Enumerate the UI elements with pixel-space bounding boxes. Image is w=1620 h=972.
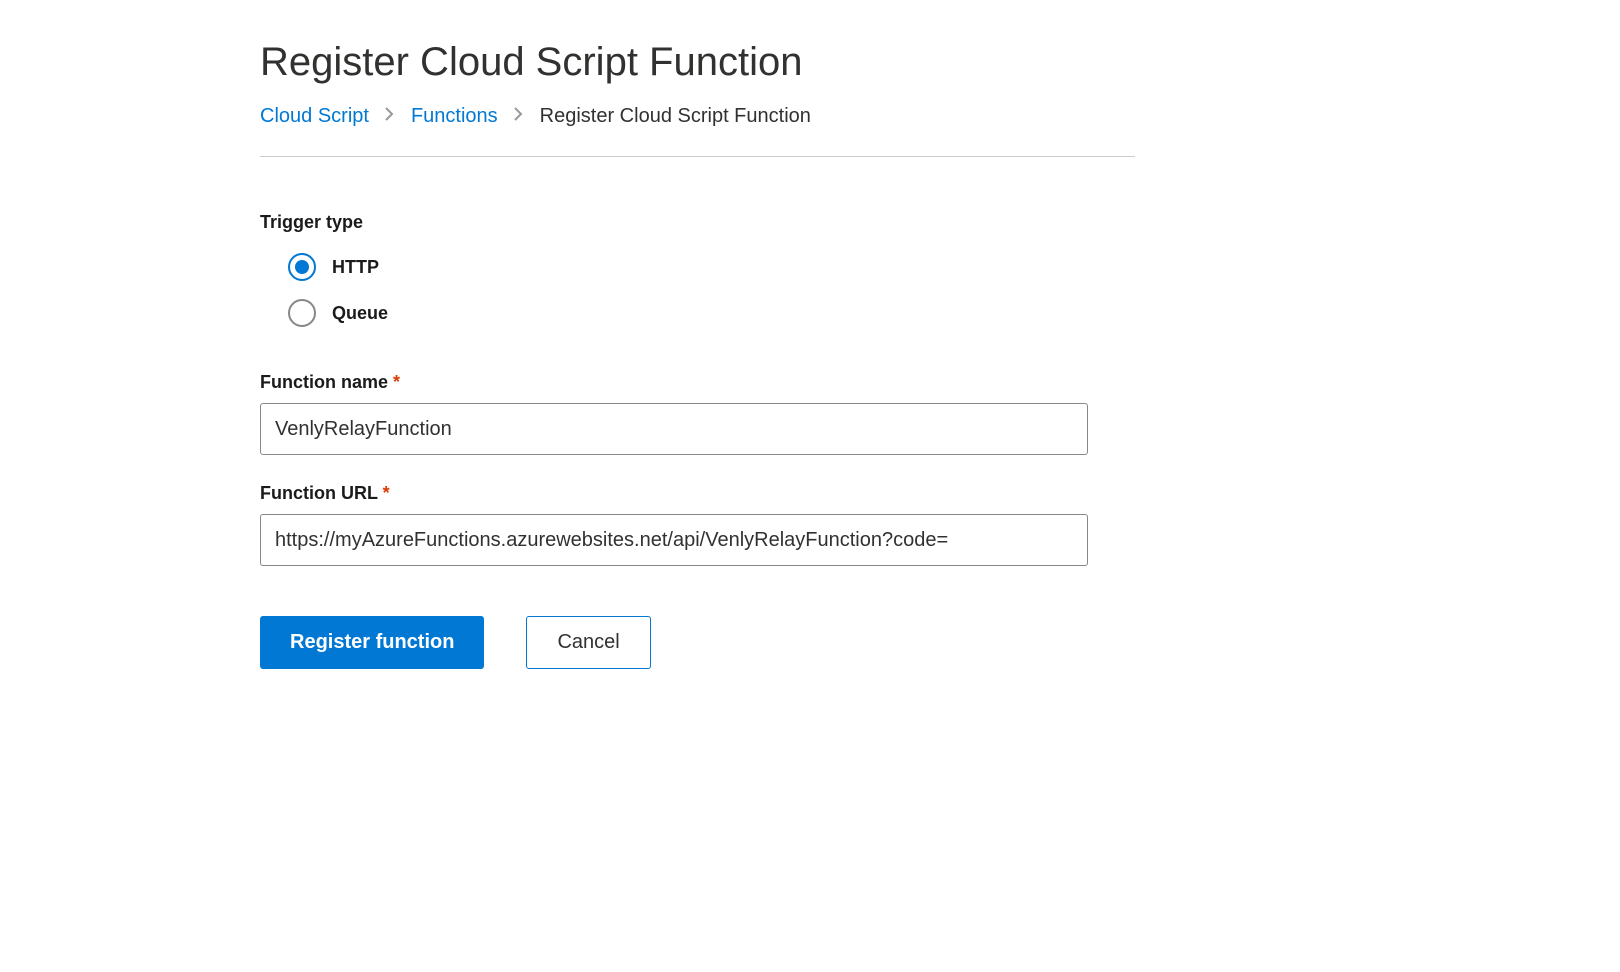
required-asterisk-icon: * bbox=[383, 483, 390, 503]
radio-option-queue[interactable]: Queue bbox=[288, 299, 1620, 327]
breadcrumb: Cloud Script Functions Register Cloud Sc… bbox=[260, 105, 1620, 128]
function-name-input[interactable] bbox=[260, 403, 1088, 455]
trigger-type-radio-group: HTTP Queue bbox=[260, 253, 1620, 327]
function-name-field: Function name * bbox=[260, 372, 1620, 455]
trigger-type-section: Trigger type HTTP Queue bbox=[260, 212, 1620, 327]
radio-option-http[interactable]: HTTP bbox=[288, 253, 1620, 281]
radio-icon bbox=[288, 299, 316, 327]
breadcrumb-functions[interactable]: Functions bbox=[411, 105, 498, 128]
chevron-right-icon bbox=[385, 107, 395, 126]
radio-label-queue: Queue bbox=[332, 303, 388, 324]
function-name-label: Function name * bbox=[260, 372, 1620, 393]
breadcrumb-cloud-script[interactable]: Cloud Script bbox=[260, 105, 369, 128]
button-row: Register function Cancel bbox=[260, 616, 1620, 669]
function-url-field: Function URL * bbox=[260, 483, 1620, 566]
function-url-label-text: Function URL bbox=[260, 483, 378, 503]
required-asterisk-icon: * bbox=[393, 372, 400, 392]
radio-icon bbox=[288, 253, 316, 281]
register-function-button[interactable]: Register function bbox=[260, 616, 484, 669]
radio-dot-icon bbox=[295, 260, 309, 274]
breadcrumb-current: Register Cloud Script Function bbox=[540, 105, 811, 128]
chevron-right-icon bbox=[514, 107, 524, 126]
divider bbox=[260, 156, 1135, 157]
trigger-type-label: Trigger type bbox=[260, 212, 1620, 233]
function-url-label: Function URL * bbox=[260, 483, 1620, 504]
function-url-input[interactable] bbox=[260, 514, 1088, 566]
function-name-label-text: Function name bbox=[260, 372, 388, 392]
cancel-button[interactable]: Cancel bbox=[526, 616, 650, 669]
page-title: Register Cloud Script Function bbox=[260, 40, 1620, 85]
radio-label-http: HTTP bbox=[332, 257, 379, 278]
